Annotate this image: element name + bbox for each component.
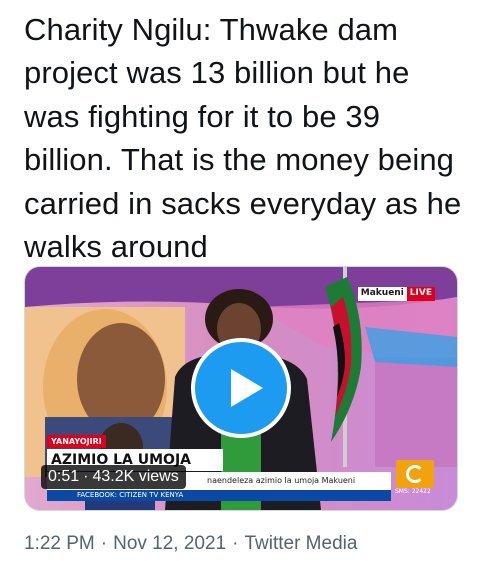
tweet-time: 1:22 PM [24, 533, 95, 554]
live-label: LIVE [406, 287, 435, 301]
tweet-metadata: 1:22 PM · Nov 12, 2021 · Twitter Media [24, 533, 357, 555]
sms-text: SMS: 22422 [395, 488, 431, 495]
ticker-tag: YANAYOJIRI [47, 435, 106, 448]
video-duration: 0:51 [48, 468, 80, 485]
live-badge: Makueni LIVE [357, 287, 435, 301]
timestamp-link[interactable]: 1:22 PM · Nov 12, 2021 [24, 533, 226, 554]
stats-separator: · [83, 468, 89, 485]
play-icon [231, 369, 263, 407]
meta-separator: · [100, 533, 108, 554]
play-button[interactable] [191, 338, 291, 438]
live-location: Makueni [357, 287, 407, 301]
ticker-footer: FACEBOOK: CITIZEN TV KENYA [47, 490, 391, 501]
citizen-tv-logo-icon [396, 460, 434, 488]
source-link[interactable]: Twitter Media [244, 533, 357, 554]
view-count: 43.2K views [92, 468, 179, 485]
video-player[interactable]: Makueni LIVE YANAYOJIRI AZIMIO LA UMOJA … [24, 266, 458, 511]
meta-separator: · [232, 533, 239, 554]
video-stats: 0:51 · 43.2K views [41, 465, 186, 489]
tweet-text: Charity Ngilu: Thwake dam project was 13… [24, 12, 462, 265]
tweet-date: Nov 12, 2021 [113, 533, 227, 554]
